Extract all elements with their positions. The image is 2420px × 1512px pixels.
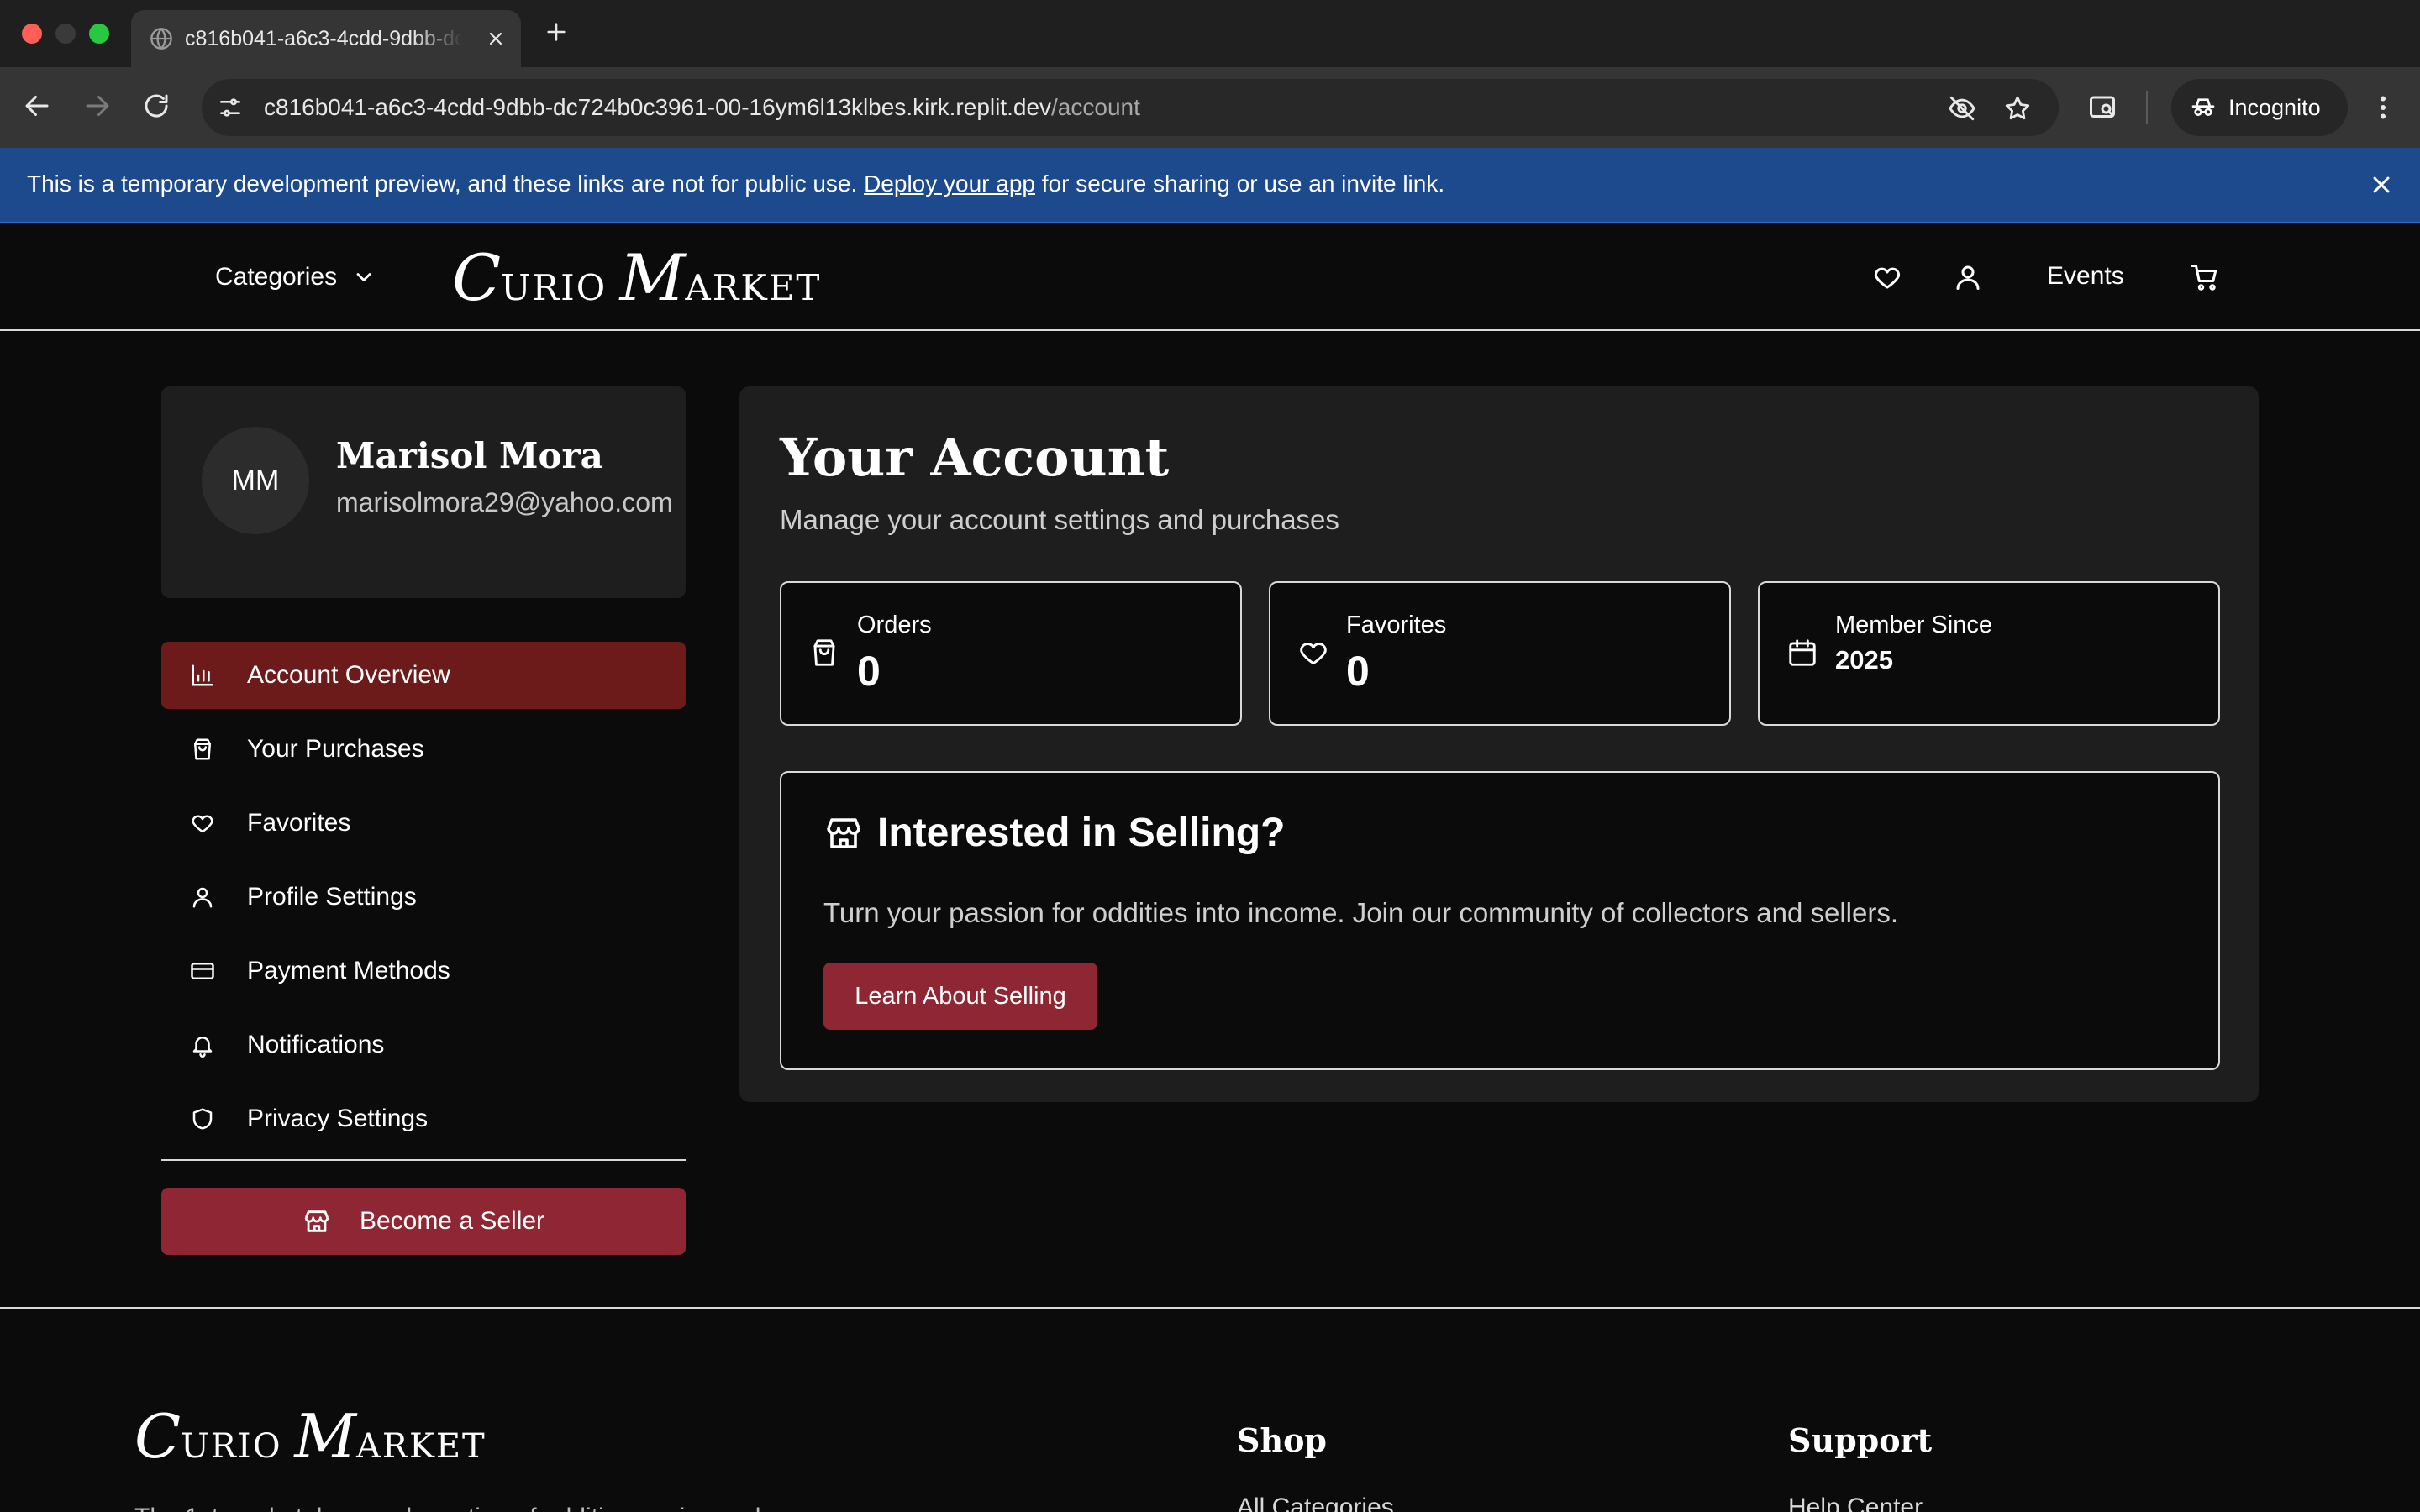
reload-icon[interactable]: [141, 91, 171, 121]
account-overview-panel: Your Account Manage your account setting…: [739, 386, 2259, 1102]
categories-dropdown[interactable]: Categories: [215, 260, 376, 294]
globe-icon: [150, 28, 172, 50]
avatar: MM: [202, 427, 309, 534]
sidebar-item-label: Favorites: [247, 809, 351, 837]
stat-label: Member Since: [1835, 612, 1992, 638]
become-seller-label: Become a Seller: [359, 1207, 545, 1235]
profile-name: Marisol Mora: [336, 435, 603, 476]
sidebar-item-label: Your Purchases: [247, 735, 424, 763]
sidebar-item-payment-methods[interactable]: Payment Methods: [161, 937, 686, 1005]
shield-icon: [192, 1108, 213, 1130]
browser-tab[interactable]: c816b041-a6c3-4cdd-9dbb-dc724b0c3961-00-…: [131, 10, 521, 67]
store-icon: [304, 1210, 329, 1232]
window-close-button[interactable]: [22, 24, 42, 44]
profile-email: marisolmora29@yahoo.com: [336, 487, 673, 517]
browser-tab-strip: c816b041-a6c3-4cdd-9dbb-dc724b0c3961-00-…: [0, 0, 2420, 67]
incognito-label: Incognito: [2228, 95, 2321, 120]
footer-link-all-categories[interactable]: All Categories: [1237, 1494, 1394, 1512]
site-header: Categories Curio Market Events: [0, 223, 2420, 331]
heart-icon: [1300, 643, 1327, 665]
window-minimize-button[interactable]: [55, 24, 76, 44]
incognito-indicator[interactable]: Incognito: [2171, 79, 2348, 136]
sidebar-item-label: Payment Methods: [247, 957, 450, 984]
sidebar-item-label: Profile Settings: [247, 883, 417, 911]
sidebar-divider: [161, 1159, 686, 1161]
selling-promo-card: Interested in Selling? Turn your passion…: [780, 771, 2220, 1070]
shopping-bag-icon: [194, 738, 211, 760]
close-tab-icon[interactable]: [486, 29, 506, 49]
site-logo[interactable]: Curio Market: [452, 240, 821, 315]
tab-search-icon[interactable]: [2087, 92, 2118, 123]
shopping-bag-icon: [813, 639, 835, 666]
learn-about-selling-button[interactable]: Learn About Selling: [823, 963, 1097, 1030]
new-tab-icon[interactable]: [544, 20, 568, 44]
selling-description: Turn your passion for oddities into inco…: [823, 897, 1899, 928]
footer-support-heading: Support: [1788, 1421, 1933, 1459]
sidebar-item-notifications[interactable]: Notifications: [161, 1011, 686, 1079]
heart-icon[interactable]: [1872, 262, 1902, 292]
site-settings-icon[interactable]: [217, 94, 244, 121]
become-seller-button[interactable]: Become a Seller: [161, 1188, 686, 1255]
eye-off-icon[interactable]: [1948, 94, 1976, 123]
sidebar-item-label: Privacy Settings: [247, 1105, 429, 1132]
profile-card: MM Marisol Mora marisolmora29@yahoo.com: [161, 386, 686, 598]
toolbar-divider: [2146, 91, 2148, 124]
events-link[interactable]: Events: [2047, 262, 2124, 291]
incognito-icon: [2191, 98, 2215, 116]
sidebar-item-label: Account Overview: [247, 661, 450, 689]
credit-card-icon: [191, 963, 214, 979]
categories-label: Categories: [215, 263, 338, 291]
footer-tagline: The 1st marketplace and curation of oddi…: [134, 1504, 832, 1512]
stat-card-orders: Orders 0: [780, 581, 1242, 726]
stat-card-favorites: Favorites 0: [1269, 581, 1731, 726]
tab-title: c816b041-a6c3-4cdd-9dbb-dc724b0c3961-00-…: [185, 27, 462, 50]
bell-icon: [192, 1037, 213, 1058]
url-text: c816b041-a6c3-4cdd-9dbb-dc724b0c3961-00-…: [264, 94, 1140, 120]
back-arrow-icon[interactable]: [22, 91, 52, 121]
stat-value: 0: [1346, 648, 1370, 695]
page-title: Your Account: [780, 427, 1170, 488]
account-page: MM Marisol Mora marisolmora29@yahoo.com …: [0, 331, 2420, 1309]
user-icon: [192, 887, 213, 908]
stat-label: Favorites: [1346, 612, 1447, 638]
footer-logo[interactable]: Curio Market: [134, 1401, 487, 1472]
cart-icon[interactable]: [2190, 262, 2220, 292]
browser-toolbar: c816b041-a6c3-4cdd-9dbb-dc724b0c3961-00-…: [0, 67, 2420, 148]
window-zoom-button[interactable]: [89, 24, 109, 44]
site-footer: Curio Market The 1st marketplace and cur…: [0, 1307, 2420, 1512]
sidebar-item-label: Notifications: [247, 1031, 385, 1058]
account-sidebar: Account Overview Your Purchases Favorite…: [161, 642, 686, 1159]
stat-label: Orders: [857, 612, 932, 638]
forward-arrow-icon[interactable]: [82, 91, 113, 121]
sidebar-item-favorites[interactable]: Favorites: [161, 790, 686, 857]
sidebar-item-profile-settings[interactable]: Profile Settings: [161, 864, 686, 931]
bar-chart-icon: [192, 664, 213, 686]
sidebar-item-privacy-settings[interactable]: Privacy Settings: [161, 1085, 686, 1152]
stat-value: 2025: [1835, 645, 1893, 675]
browser-menu-icon[interactable]: [2368, 92, 2398, 123]
footer-shop-heading: Shop: [1237, 1421, 1327, 1459]
user-icon[interactable]: [1953, 262, 1983, 292]
close-icon[interactable]: [2368, 171, 2395, 198]
selling-title: Interested in Selling?: [877, 811, 1286, 855]
star-icon[interactable]: [2003, 94, 2032, 123]
sidebar-item-account-overview[interactable]: Account Overview: [161, 642, 686, 709]
stat-card-member-since: Member Since 2025: [1758, 581, 2220, 726]
sidebar-item-your-purchases[interactable]: Your Purchases: [161, 716, 686, 783]
stat-value: 0: [857, 648, 881, 695]
footer-link-help-center[interactable]: Help Center: [1788, 1494, 1923, 1512]
heart-icon: [192, 815, 213, 833]
deploy-app-link[interactable]: Deploy your app: [864, 171, 1035, 197]
store-icon: [827, 818, 860, 848]
address-bar[interactable]: c816b041-a6c3-4cdd-9dbb-dc724b0c3961-00-…: [202, 79, 2059, 136]
banner-text: This is a temporary development preview,…: [27, 171, 1445, 197]
chevron-down-icon: [356, 273, 371, 281]
calendar-icon: [1789, 639, 1816, 666]
page-subtitle: Manage your account settings and purchas…: [780, 504, 1339, 535]
dev-preview-banner: This is a temporary development preview,…: [0, 148, 2420, 223]
